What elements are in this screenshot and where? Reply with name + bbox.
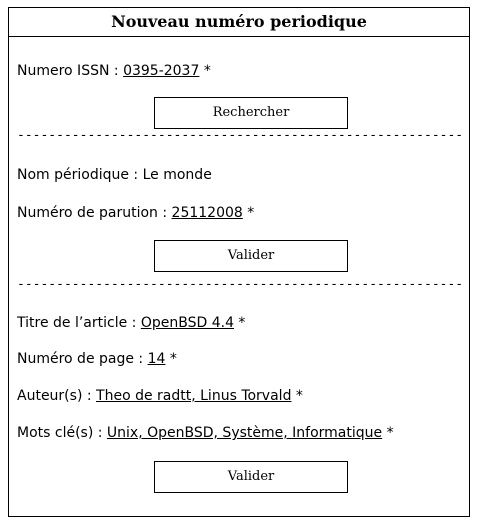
mots-cles-label: Mots clé(s) :	[17, 425, 107, 441]
nom-periodique-row: Nom périodique : Le monde	[17, 166, 212, 184]
auteurs-required-marker: *	[291, 388, 303, 404]
search-button[interactable]: Rechercher	[154, 97, 348, 129]
validate-parution-button[interactable]: Valider	[154, 240, 348, 272]
parution-row: Numéro de parution : 25112008 *	[17, 204, 254, 222]
mots-cles-required-marker: *	[382, 425, 394, 441]
parution-required-marker: *	[242, 205, 255, 221]
issn-row: Numero ISSN : 0395-2037 *	[17, 62, 211, 80]
separator-2: ----------------------------------------…	[17, 278, 464, 292]
titre-article-label: Titre de l’article :	[17, 315, 141, 331]
parution-label: Numéro de parution :	[17, 205, 172, 221]
issn-value[interactable]: 0395-2037	[123, 63, 199, 79]
mots-cles-value[interactable]: Unix, OpenBSD, Système, Informatique	[107, 425, 382, 441]
titre-article-row: Titre de l’article : OpenBSD 4.4 *	[17, 314, 245, 332]
numero-page-row: Numéro de page : 14 *	[17, 350, 177, 368]
auteurs-label: Auteur(s) :	[17, 388, 97, 404]
mots-cles-row: Mots clé(s) : Unix, OpenBSD, Système, In…	[17, 424, 394, 442]
nom-periodique-value: Le monde	[142, 167, 212, 183]
issn-label: Numero ISSN :	[17, 63, 124, 79]
auteurs-value[interactable]: Theo de radtt, Linus Torvald	[96, 388, 291, 404]
nom-periodique-label: Nom périodique :	[17, 167, 143, 183]
issn-required-marker: *	[199, 63, 211, 79]
parution-value[interactable]: 25112008	[172, 205, 243, 221]
numero-page-label: Numéro de page :	[17, 351, 148, 367]
numero-page-value[interactable]: 14	[148, 351, 166, 367]
separator-1: ----------------------------------------…	[17, 129, 464, 143]
page-required-marker: *	[165, 351, 177, 367]
auteurs-row: Auteur(s) : Theo de radtt, Linus Torvald…	[17, 387, 303, 405]
validate-article-button[interactable]: Valider	[154, 461, 348, 493]
panel-title: Nouveau numéro periodique	[9, 8, 469, 37]
form-panel: Nouveau numéro periodique Numero ISSN : …	[8, 7, 470, 517]
titre-required-marker: *	[233, 315, 246, 331]
titre-article-value[interactable]: OpenBSD 4.4	[141, 315, 234, 331]
